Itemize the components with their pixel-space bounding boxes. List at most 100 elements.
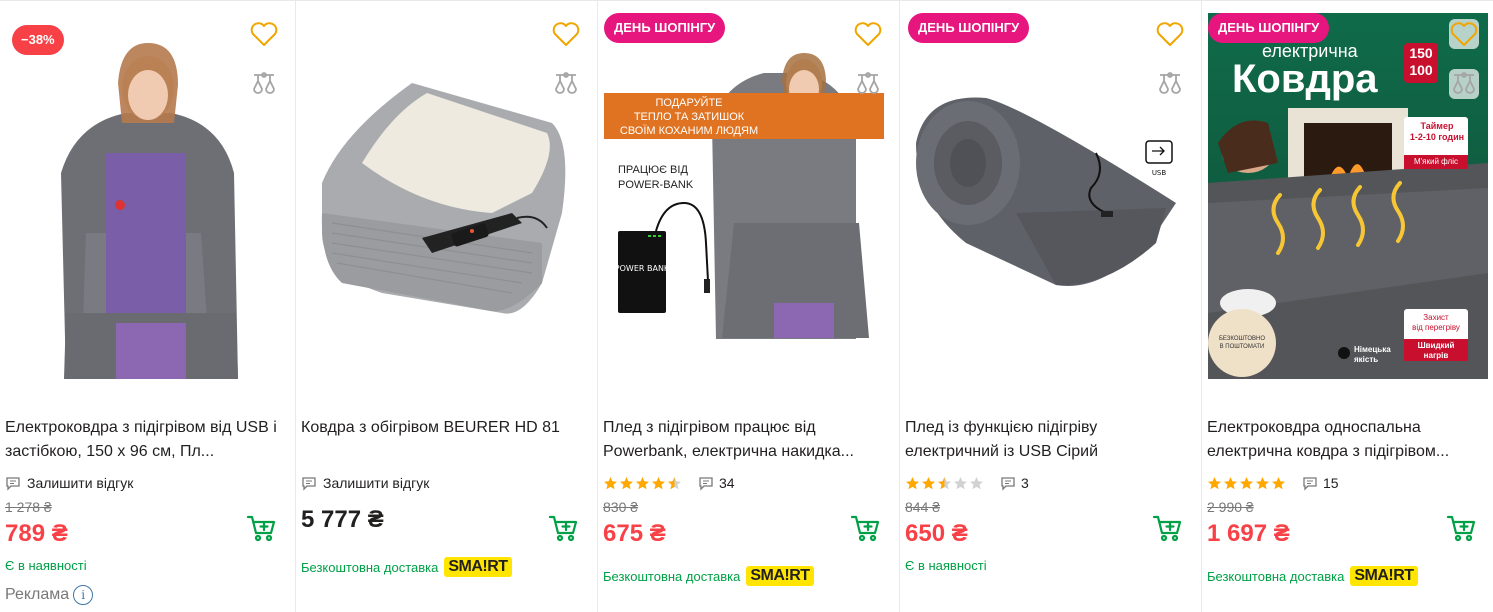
star-icon <box>604 476 617 489</box>
star-icon <box>922 476 935 489</box>
power-bank-label: POWER BANK <box>615 264 670 273</box>
product-card: −38% Електроковдра з підігрівом від USB … <box>0 1 296 612</box>
product-image[interactable] <box>302 13 582 379</box>
review-label: Залишити відгук <box>323 475 430 491</box>
product-image[interactable]: USB ДЕНЬ ШОПІНГУ <box>906 13 1186 379</box>
leave-review-link[interactable]: Залишити відгук <box>5 473 133 493</box>
compare-scales-icon[interactable] <box>1449 69 1479 99</box>
comment-icon <box>302 477 316 491</box>
rating-stars <box>905 476 984 491</box>
star-icon <box>1272 476 1285 489</box>
star-icon <box>1224 476 1237 489</box>
old-price: 830 ₴ <box>603 499 639 515</box>
shop-day-badge: ДЕНЬ ШОПІНГУ <box>908 13 1030 43</box>
star-icon <box>636 476 649 489</box>
promo-strip-text: ПОДАРУЙТЕ ТЕПЛО ТА ЗАТИШОК СВОЇМ КОХАНИМ… <box>619 97 759 137</box>
shop-day-badge: ДЕНЬ ШОПІНГУ <box>1208 13 1330 43</box>
star-icon <box>906 476 919 489</box>
promo-big: Ковдра <box>1232 57 1378 101</box>
availability-status: Є в наявності <box>5 558 87 573</box>
review-label: Залишити відгук <box>27 475 134 491</box>
cart-icon[interactable] <box>1151 511 1185 545</box>
old-price: 2 990 ₴ <box>1207 499 1254 515</box>
rating-stars <box>603 476 682 491</box>
shop-day-badge: ДЕНЬ ШОПІНГУ <box>604 13 726 43</box>
rating-row[interactable]: 3 <box>905 473 1029 493</box>
promo-fast: Швидкий нагрів <box>1417 341 1455 360</box>
promo-timer: Таймер 1-2-10 годин <box>1409 121 1465 142</box>
usb-label: USB <box>1152 169 1167 177</box>
product-title[interactable]: Електроковдра з підігрівом від USB і зас… <box>5 416 285 464</box>
star-icon <box>620 476 633 489</box>
availability-status: Є в наявності <box>905 558 987 573</box>
delivery-text: Безкоштовна доставка <box>301 559 439 575</box>
rating-row[interactable]: 34 <box>603 473 735 493</box>
promo-fleece: М'який фліс <box>1413 157 1459 166</box>
smart-logo: SMA!RT <box>746 566 814 586</box>
heart-icon[interactable] <box>249 19 279 49</box>
promo-quality: Німецька якість <box>1354 345 1391 364</box>
reviews-count: 3 <box>1000 475 1029 491</box>
product-photo: USB <box>906 13 1186 379</box>
heart-icon[interactable] <box>1155 19 1185 49</box>
delivery-text: Безкоштовна доставка <box>603 568 741 584</box>
product-image[interactable]: −38% <box>6 13 286 379</box>
heart-icon[interactable] <box>1449 19 1479 49</box>
star-icon <box>954 476 967 489</box>
product-photo: POWER BANK <box>604 13 884 379</box>
info-icon[interactable]: i <box>73 585 94 605</box>
price: 1 697 ₴ <box>1207 520 1290 547</box>
comment-icon <box>6 477 20 491</box>
price: 789 ₴ <box>5 520 68 547</box>
cart-icon[interactable] <box>245 511 279 545</box>
rating-row[interactable]: 15 <box>1207 473 1339 493</box>
compare-scales-icon[interactable] <box>853 69 883 99</box>
product-image[interactable]: POWER BANK ПОДАРУЙТЕ ТЕПЛО ТА ЗАТИШОК СВ… <box>604 13 884 379</box>
old-price: 844 ₴ <box>905 499 941 515</box>
product-title[interactable]: Плед з підігрівом працює від Powerbank, … <box>603 416 883 464</box>
heart-icon[interactable] <box>853 19 883 49</box>
leave-review-link[interactable]: Залишити відгук <box>301 473 429 493</box>
free-delivery: Безкоштовна доставка SMA!RT <box>1207 566 1418 586</box>
promo-strip: ПОДАРУЙТЕ ТЕПЛО ТА ЗАТИШОК СВОЇМ КОХАНИМ… <box>604 93 884 139</box>
product-card: POWER BANK ПОДАРУЙТЕ ТЕПЛО ТА ЗАТИШОК СВ… <box>598 1 900 612</box>
star-icon <box>652 476 665 489</box>
promo-size: 150 100 <box>1409 45 1433 78</box>
delivery-text: Безкоштовна доставка <box>1207 568 1345 584</box>
reviews-count-value: 15 <box>1323 475 1339 491</box>
compare-scales-icon[interactable] <box>1155 69 1185 99</box>
product-card: USB ДЕНЬ ШОПІНГУ Плед із функцією підігр… <box>900 1 1202 612</box>
product-card: електрична Ковдра 150 100 Таймер 1-2-10 … <box>1202 1 1493 612</box>
star-icon <box>938 476 951 489</box>
price: 675 ₴ <box>603 520 666 547</box>
product-image[interactable]: електрична Ковдра 150 100 Таймер 1-2-10 … <box>1208 13 1488 379</box>
cart-icon[interactable] <box>849 511 883 545</box>
free-delivery: Безкоштовна доставка SMA!RT <box>603 566 814 586</box>
product-photo <box>302 13 582 379</box>
product-grid: −38% Електроковдра з підігрівом від USB … <box>0 0 1493 612</box>
star-icon <box>1256 476 1269 489</box>
compare-scales-icon[interactable] <box>551 69 581 99</box>
old-price: 1 278 ₴ <box>5 499 52 515</box>
comment-icon <box>1303 477 1317 491</box>
cart-icon[interactable] <box>1445 511 1479 545</box>
comment-icon <box>1001 477 1015 491</box>
star-icon <box>1240 476 1253 489</box>
promo-free: БЕЗКОШТОВНО В ПОШТОМАТИ <box>1218 336 1266 350</box>
smart-logo: SMA!RT <box>1350 566 1418 586</box>
promo-title: електрична Ковдра <box>1232 41 1378 101</box>
star-icon <box>1208 476 1221 489</box>
heart-icon[interactable] <box>551 19 581 49</box>
product-title[interactable]: Електроковдра односпальна електрична ков… <box>1207 416 1487 464</box>
free-delivery: Безкоштовна доставка SMA!RT <box>301 557 512 577</box>
cart-icon[interactable] <box>547 511 581 545</box>
promo-protect: Захист від перегріву <box>1412 313 1460 332</box>
ad-text: Реклама <box>5 586 70 603</box>
price: 5 777 ₴ <box>301 506 384 533</box>
compare-scales-icon[interactable] <box>249 69 279 99</box>
reviews-count-value: 3 <box>1021 475 1029 491</box>
reviews-count: 34 <box>698 475 735 491</box>
product-title[interactable]: Плед із функцією підігріву електричний і… <box>905 416 1185 464</box>
product-title[interactable]: Ковдра з обігрівом BEURER HD 81 <box>301 416 581 464</box>
discount-badge: −38% <box>12 25 64 55</box>
